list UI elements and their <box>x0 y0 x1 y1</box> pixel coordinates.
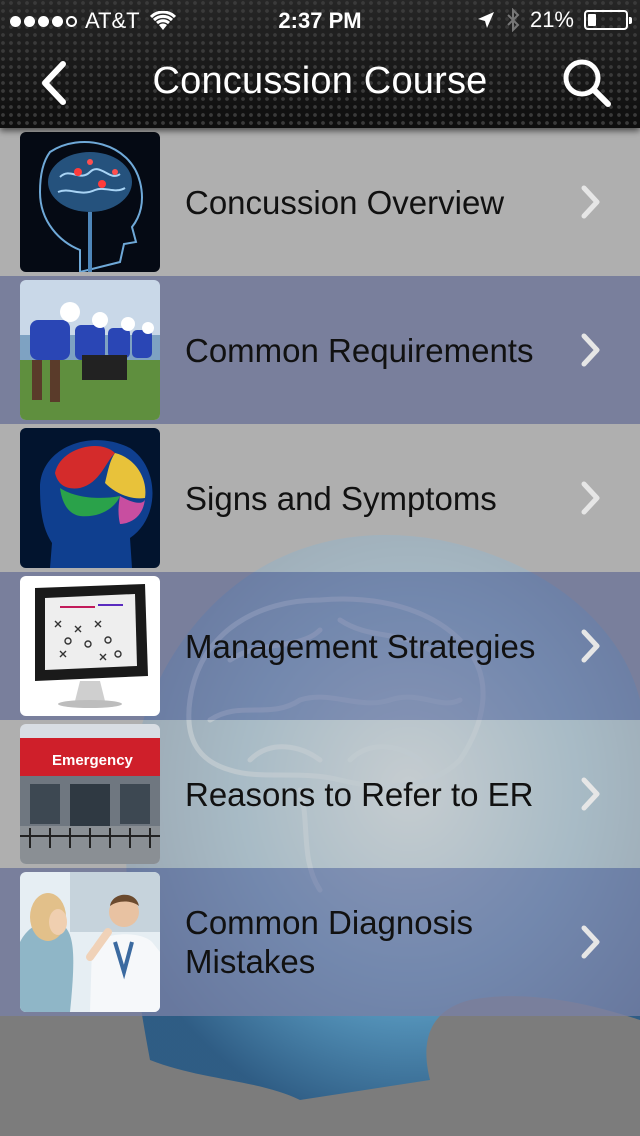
location-arrow-icon <box>477 12 494 28</box>
bluetooth-icon <box>507 8 520 32</box>
list-item-signs-and-symptoms[interactable]: Signs and Symptoms <box>0 424 640 572</box>
list-item-common-requirements[interactable]: Common Requirements <box>0 276 640 424</box>
status-bar: AT&T 2:37 PM 21% <box>0 0 640 40</box>
course-topic-list: Concussion Overview Common Requirements … <box>0 128 640 1016</box>
battery-level <box>588 14 596 26</box>
list-item-label: Common Diagnosis Mistakes <box>185 904 473 980</box>
page-title: Concussion Course <box>152 60 488 102</box>
emergency-sign-text: Emergency <box>52 752 134 769</box>
list-item-label: Common Requirements <box>185 331 534 369</box>
list-item-label: Signs and Symptoms <box>185 479 497 517</box>
list-item-label: Reasons to Refer to ER <box>185 775 534 813</box>
list-item-reasons-to-refer-to-er[interactable]: Emergency Reasons to Refer to ER <box>0 720 640 868</box>
back-chevron-icon[interactable] <box>30 58 80 108</box>
thumbnail-doctor-patient <box>20 872 160 1012</box>
battery-percent: 21% <box>529 7 574 32</box>
thumbnail-emergency-entrance: Emergency <box>20 724 160 864</box>
thumbnail-brain-xray <box>20 132 160 272</box>
chevron-right-icon <box>581 481 600 515</box>
thumbnail-football-players <box>20 280 160 420</box>
chevron-right-icon <box>581 777 600 811</box>
chevron-right-icon <box>581 185 600 219</box>
search-icon[interactable] <box>560 56 612 108</box>
chevron-right-icon <box>581 925 600 959</box>
list-item-management-strategies[interactable]: Management Strategies <box>0 572 640 720</box>
list-item-concussion-overview[interactable]: Concussion Overview <box>0 128 640 276</box>
thumbnail-brain-regions <box>20 428 160 568</box>
chevron-right-icon <box>581 333 600 367</box>
navigation-bar: Concussion Course <box>0 40 640 128</box>
chevron-right-icon <box>581 629 600 663</box>
list-item-label: Management Strategies <box>185 627 536 665</box>
top-bar: AT&T 2:37 PM 21% Concussion Course <box>0 0 640 128</box>
thumbnail-monitor-playbook <box>20 576 160 716</box>
battery-icon <box>584 10 632 30</box>
list-item-common-diagnosis-mistakes[interactable]: Common Diagnosis Mistakes <box>0 868 640 1016</box>
list-item-label: Concussion Overview <box>185 183 505 221</box>
